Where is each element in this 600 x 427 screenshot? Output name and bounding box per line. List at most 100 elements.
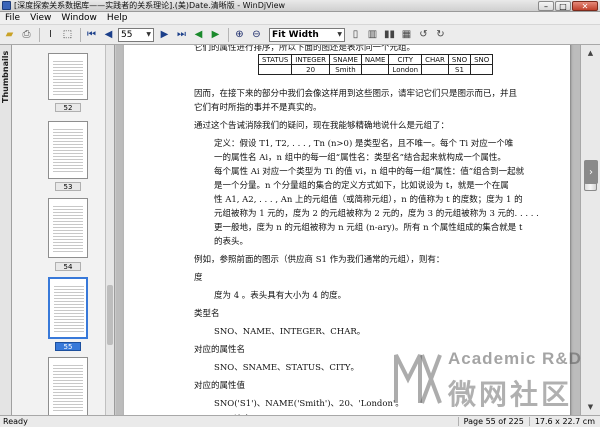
- chevron-down-icon[interactable]: ▼: [146, 31, 151, 38]
- scroll-up-icon[interactable]: ▲: [583, 46, 598, 59]
- print-icon[interactable]: ⎙: [19, 27, 34, 42]
- menu-view[interactable]: View: [25, 13, 56, 23]
- thumbnail-label-selected: 55: [55, 342, 81, 351]
- zoom-select[interactable]: Fit Width ▼: [269, 27, 345, 42]
- page-text-line: 例如，参照前面的图示（供应商 S1 作为我们通常的元组），则有：: [194, 255, 445, 265]
- zoom-rect-icon[interactable]: ⬚: [60, 27, 75, 42]
- section-heading: 对应的属性名: [194, 345, 246, 355]
- close-button[interactable]: ✕: [572, 0, 598, 11]
- expand-panel-icon[interactable]: ›: [584, 160, 598, 184]
- text-select-icon[interactable]: I: [43, 27, 58, 42]
- table-cell: S1: [447, 64, 472, 75]
- page-text-line: 因而，在接下来的部分中我们会像这样用到这些图示，请牢记它们只是图示而已，并且: [194, 89, 518, 99]
- page-text-line: 度为 4 。表头具有大小为 4 的度。: [214, 291, 347, 301]
- page-text-line: 它们有时所指的事并不是真实的。: [194, 103, 322, 113]
- document-view[interactable]: 它们的属性进行排序，所以下面的图还是表示同一个元组。 STATUS INTEGE…: [116, 45, 580, 415]
- prev-page-icon[interactable]: ◀: [101, 27, 116, 42]
- toolbar-separator: [228, 27, 229, 42]
- table-header-cell: SNAME: [328, 54, 362, 65]
- table-header-cell: NAME: [360, 54, 390, 65]
- definition-line: 定义：假设 T1, T2, . . . , Tn (n>0) 是类型名，且不唯一…: [214, 139, 514, 149]
- tuple-table: STATUS INTEGER SNAME NAME CITY CHAR SNO …: [257, 54, 494, 75]
- side-tab-strip: Thumbnails: [0, 45, 12, 415]
- thumbnail-page[interactable]: [48, 198, 88, 258]
- menu-bar: File View Window Help: [0, 12, 600, 25]
- table-cell: [421, 64, 449, 75]
- definition-line: 元组被称为 1 元的，度为 2 的元组被称为 2 元的，度为 3 的元组被称为 …: [214, 209, 539, 219]
- table-header-cell: INTEGER: [291, 54, 330, 65]
- status-bar: Ready Page 55 of 225 17.6 x 22.7 cm: [0, 415, 600, 427]
- document-scrollbar[interactable]: ▲ ▼: [580, 45, 600, 415]
- back-icon[interactable]: ◀: [191, 27, 206, 42]
- table-cell: London: [388, 64, 423, 75]
- thumbnail-page[interactable]: [48, 357, 88, 415]
- toolbar-separator: [39, 27, 40, 42]
- table-header-cell: STATUS: [257, 54, 293, 65]
- page-text-line: SNO、SNAME、STATUS、CITY。: [214, 363, 360, 373]
- table-header-cell: SNO: [470, 54, 494, 65]
- page-number-input[interactable]: 55 ▼: [118, 27, 154, 42]
- page-text-line: SNO、NAME、INTEGER、CHAR。: [214, 327, 366, 337]
- definition-line: 更一般地，度为 n 的元组被称为 n 元组 (n-ary)。所有 n 个属性组成…: [214, 223, 523, 233]
- single-page-icon[interactable]: ▯: [348, 27, 363, 42]
- last-page-icon[interactable]: ⏭: [174, 27, 189, 42]
- next-page-icon[interactable]: ▶: [157, 27, 172, 42]
- section-heading: 度: [194, 273, 203, 283]
- toolbar: ▰ ⎙ I ⬚ ⏮ ◀ 55 ▼ ▶ ⏭ ◀ ▶ ⊕ ⊖ Fit Width ▼…: [0, 25, 600, 45]
- definition-line: 一的属性名 Ai，n 组中的每一组“属性名：类型名”结合起来就构成一个属性。: [214, 153, 506, 163]
- status-page-size: 17.6 x 22.7 cm: [528, 417, 600, 426]
- facing-pages-icon[interactable]: ▮▮: [382, 27, 397, 42]
- rotate-left-icon[interactable]: ↺: [416, 27, 431, 42]
- chevron-down-icon[interactable]: ▼: [337, 31, 342, 38]
- page-text-line: 它们的属性进行排序，所以下面的图还是表示同一个元组。: [194, 45, 416, 53]
- open-folder-icon[interactable]: ▰: [2, 27, 17, 42]
- page-number-value: 55: [121, 29, 133, 40]
- thumbnail-page[interactable]: [48, 53, 88, 100]
- rotate-right-icon[interactable]: ↻: [433, 27, 448, 42]
- page-text-line: 通过这个告诫消除我们的疑问，现在我能够精确地说什么是元组了：: [194, 121, 450, 131]
- page-text-line: SNO('S1')、NAME('Smith')、20、'London'。: [214, 399, 404, 409]
- minimize-button[interactable]: –: [538, 0, 554, 11]
- status-page-info: Page 55 of 225: [457, 417, 529, 426]
- table-cell: [470, 64, 494, 75]
- thumbnail-panel: 52 53 54 55: [12, 45, 115, 415]
- title-bar: [深度探索关系数据库——实践者的关系理论].(美)Date.清晰版 - WinD…: [0, 0, 600, 12]
- menu-file[interactable]: File: [0, 13, 25, 23]
- two-page-continuous-icon[interactable]: ▦: [399, 27, 414, 42]
- thumbnail-label: 54: [55, 262, 81, 271]
- forward-icon[interactable]: ▶: [208, 27, 223, 42]
- table-header-cell: SNO: [447, 54, 472, 65]
- definition-line: 的表头。: [214, 237, 249, 247]
- definition-line: 每个属性 Ai 对应一个类型为 Ti 的值 vi，n 组中的每一组“属性：值”组…: [214, 167, 525, 177]
- thumbnails-tab[interactable]: Thumbnails: [1, 51, 10, 103]
- zoom-value: Fit Width: [272, 29, 319, 40]
- first-page-icon[interactable]: ⏮: [84, 27, 99, 42]
- thumbnail-label: 52: [55, 103, 81, 112]
- table-cell: [360, 64, 390, 75]
- section-heading: 对应的属性值: [194, 381, 246, 391]
- thumbnail-scrollbar[interactable]: [105, 45, 114, 415]
- table-header-cell: CHAR: [421, 54, 449, 65]
- definition-line: 性 A1, A2, . . . , An 上的元组值（或简称元组），n 的值称为…: [214, 195, 523, 205]
- scroll-down-icon[interactable]: ▼: [583, 400, 598, 413]
- table-cell: 20: [291, 64, 330, 75]
- table-header-cell: CITY: [388, 54, 423, 65]
- thumbnail-page-selected[interactable]: [48, 277, 88, 339]
- toolbar-separator: [80, 27, 81, 42]
- zoom-in-icon[interactable]: ⊕: [232, 27, 247, 42]
- menu-help[interactable]: Help: [102, 13, 133, 23]
- definition-line: 是一个分量。n 个分量组的集合的定义方式如下，比如说设为 t，就是一个在属: [214, 181, 509, 191]
- menu-window[interactable]: Window: [56, 13, 102, 23]
- table-cell: [257, 64, 293, 75]
- window-title: [深度探索关系数据库——实践者的关系理论].(美)Date.清晰版 - WinD…: [14, 1, 286, 10]
- continuous-page-icon[interactable]: ▥: [365, 27, 380, 42]
- document-page: 它们的属性进行排序，所以下面的图还是表示同一个元组。 STATUS INTEGE…: [124, 45, 570, 415]
- app-icon: [2, 1, 11, 10]
- zoom-out-icon[interactable]: ⊖: [249, 27, 264, 42]
- thumbnail-label: 53: [55, 182, 81, 191]
- maximize-button[interactable]: □: [555, 0, 571, 11]
- status-ready: Ready: [3, 417, 28, 426]
- thumbnail-page[interactable]: [48, 121, 88, 179]
- section-heading: 类型名: [194, 309, 220, 319]
- thumbnail-scrollbar-thumb[interactable]: [107, 285, 113, 345]
